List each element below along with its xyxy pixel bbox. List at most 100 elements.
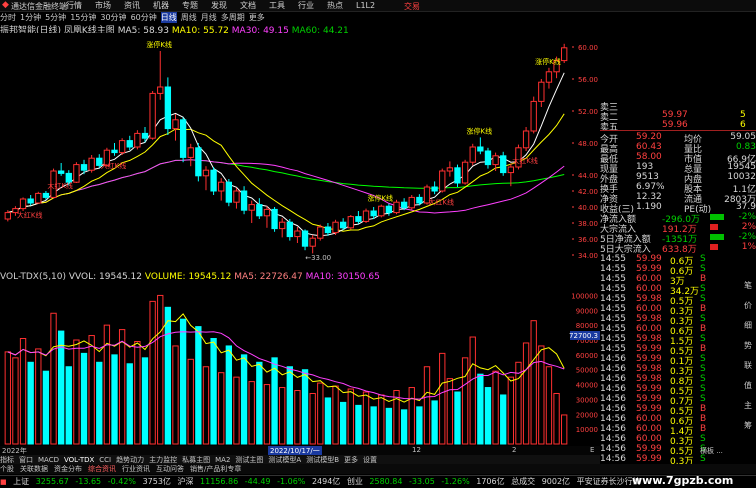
menu-item-6[interactable]: 文档 bbox=[240, 1, 256, 10]
tick-side[interactable]: S bbox=[700, 384, 706, 394]
tick-side[interactable]: B bbox=[700, 404, 706, 414]
ask-volume[interactable]: 6 bbox=[740, 120, 746, 130]
menu-item-9[interactable]: 热点 bbox=[327, 1, 343, 10]
side-tab-3[interactable]: 势 bbox=[744, 340, 752, 351]
period-tab-6[interactable]: 日线 bbox=[160, 12, 177, 23]
volume-bar[interactable] bbox=[111, 354, 118, 445]
tick-side[interactable]: B bbox=[700, 424, 706, 434]
candle[interactable] bbox=[149, 91, 156, 140]
indicator-tab-1[interactable]: 窗口 bbox=[19, 456, 33, 464]
candle[interactable] bbox=[179, 117, 187, 163]
stat-value[interactable]: 6.97% bbox=[636, 182, 665, 192]
menu-item-3[interactable]: 机器 bbox=[153, 1, 169, 10]
candle[interactable] bbox=[35, 191, 42, 204]
candle[interactable] bbox=[134, 130, 141, 150]
volume-bar[interactable] bbox=[248, 381, 255, 445]
volume-bar[interactable] bbox=[408, 387, 415, 445]
indicator-tab-10[interactable]: 测试模型A bbox=[268, 456, 301, 464]
tick-time[interactable]: 14:56 bbox=[600, 364, 626, 374]
stat-value[interactable]: 193 bbox=[636, 162, 653, 172]
volume-bar[interactable] bbox=[515, 361, 522, 445]
tick-side[interactable]: S bbox=[700, 334, 706, 344]
tick-price[interactable]: 60.00 bbox=[636, 434, 662, 444]
volume-bar[interactable] bbox=[301, 369, 309, 445]
volume-bar[interactable] bbox=[507, 376, 515, 445]
volume-bar[interactable] bbox=[141, 357, 149, 445]
volume-bar[interactable] bbox=[309, 392, 316, 445]
volume-bar[interactable] bbox=[347, 388, 354, 445]
period-tab-10[interactable]: 更多 bbox=[249, 12, 265, 23]
menu-item-5[interactable]: 发现 bbox=[211, 1, 227, 10]
candle[interactable] bbox=[408, 195, 415, 210]
period-tab-8[interactable]: 月线 bbox=[201, 12, 217, 23]
period-tab-4[interactable]: 30分钟 bbox=[100, 12, 126, 23]
volume-bar[interactable] bbox=[454, 391, 461, 445]
volume-bar[interactable] bbox=[195, 326, 202, 445]
volume-bar[interactable] bbox=[378, 394, 385, 445]
candle[interactable] bbox=[19, 197, 27, 211]
tick-time[interactable]: 14:55 bbox=[600, 324, 626, 334]
indicator-tab-7[interactable]: 私募主图 bbox=[182, 456, 210, 464]
volume-bar[interactable] bbox=[332, 385, 339, 445]
tick-price[interactable]: 60.00 bbox=[636, 414, 662, 424]
volume-bar[interactable] bbox=[50, 312, 57, 445]
candle[interactable] bbox=[332, 219, 339, 235]
tick-price[interactable]: 60.00 bbox=[636, 324, 662, 334]
tick-time[interactable]: 14:56 bbox=[600, 374, 626, 384]
tick-side[interactable]: S bbox=[700, 264, 706, 274]
volume-bar[interactable] bbox=[12, 357, 19, 445]
flow-pct[interactable]: -2% bbox=[738, 232, 756, 242]
tick-side[interactable]: B bbox=[700, 414, 706, 424]
volume-bar[interactable] bbox=[324, 397, 332, 445]
indicator-tab-2[interactable]: MACD bbox=[38, 456, 59, 464]
volume-bar[interactable] bbox=[172, 345, 179, 445]
indicator-tab-5[interactable]: 趋势动力 bbox=[116, 456, 144, 464]
flow-pct[interactable]: -2% bbox=[738, 212, 756, 222]
volume-bar[interactable] bbox=[233, 376, 240, 445]
tick-time[interactable]: 14:56 bbox=[600, 384, 626, 394]
volume-bar[interactable] bbox=[210, 338, 217, 445]
info-tab-5[interactable]: 互动问答 bbox=[156, 465, 184, 473]
volume-bar[interactable] bbox=[35, 348, 42, 445]
volume-bar[interactable] bbox=[279, 387, 286, 445]
volume-bar[interactable] bbox=[263, 384, 271, 445]
tick-side[interactable]: S bbox=[700, 254, 706, 264]
tick-time[interactable]: 14:56 bbox=[600, 354, 626, 364]
tick-time[interactable]: 14:56 bbox=[600, 424, 626, 434]
volume-bar[interactable] bbox=[469, 336, 476, 445]
tick-time[interactable]: 14:55 bbox=[600, 334, 626, 344]
volume-bar[interactable] bbox=[4, 351, 11, 445]
tick-price[interactable]: 59.99 bbox=[636, 454, 662, 464]
volume-bar[interactable] bbox=[179, 318, 187, 445]
volume-bar[interactable] bbox=[362, 391, 370, 445]
ask-price[interactable]: 59.96 bbox=[662, 120, 688, 130]
candle[interactable] bbox=[439, 168, 446, 193]
tick-side[interactable]: S bbox=[700, 434, 706, 444]
info-tab-4[interactable]: 行业资讯 bbox=[122, 465, 150, 473]
tick-time[interactable]: 14:55 bbox=[600, 344, 626, 354]
period-tab-9[interactable]: 多周期 bbox=[221, 12, 245, 23]
tick-time[interactable]: 14:56 bbox=[600, 434, 626, 444]
candle[interactable] bbox=[225, 179, 233, 207]
indicator-tab-0[interactable]: 指标 bbox=[0, 456, 14, 464]
stat-value[interactable]: 58.00 bbox=[636, 152, 662, 162]
tick-side[interactable]: S bbox=[700, 284, 706, 294]
stat-value-2[interactable]: 19545 bbox=[727, 162, 756, 172]
indicator-tab-12[interactable]: 更多 bbox=[344, 456, 358, 464]
candle[interactable] bbox=[118, 138, 126, 155]
tick-price[interactable]: 59.99 bbox=[636, 384, 662, 394]
volume-bar[interactable] bbox=[240, 354, 248, 445]
volume-chart[interactable]: 1000009000080000700006000050000400003000… bbox=[0, 282, 600, 446]
volume-bar[interactable] bbox=[431, 400, 438, 445]
flow-pct[interactable]: 2% bbox=[742, 222, 756, 232]
volume-bar[interactable] bbox=[157, 294, 164, 445]
stat-value-2[interactable]: 10032 bbox=[727, 172, 756, 182]
tick-price[interactable]: 59.98 bbox=[636, 364, 662, 374]
volume-bar[interactable] bbox=[271, 357, 278, 445]
period-tab-0[interactable]: 分时 bbox=[0, 12, 16, 23]
candle[interactable] bbox=[73, 162, 80, 183]
menu-item-0[interactable]: 行情 bbox=[66, 1, 82, 10]
volume-bar[interactable] bbox=[96, 361, 103, 445]
volume-bar[interactable] bbox=[385, 407, 393, 445]
candlestick-chart[interactable]: 大红K线大红K线涨停K线大红K线涨停K线 大红K线涨停K线大红K线涨停K线←33.… bbox=[0, 33, 600, 269]
